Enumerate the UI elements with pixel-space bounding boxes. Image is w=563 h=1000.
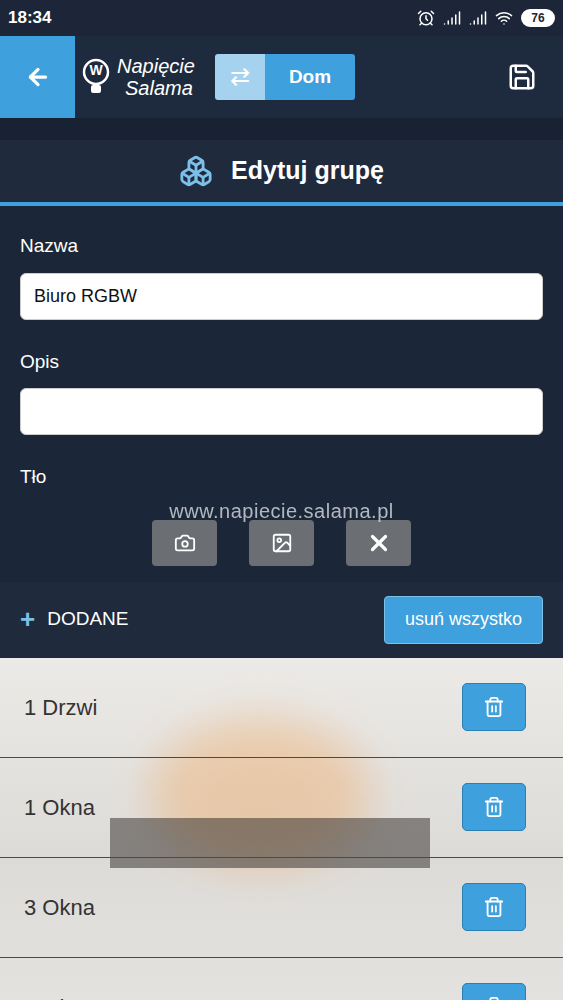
camera-icon <box>174 532 196 554</box>
delete-button[interactable] <box>462 783 526 831</box>
status-bar: 18:34 76 <box>0 0 563 36</box>
camera-button[interactable] <box>152 520 217 566</box>
trash-icon <box>483 996 505 1000</box>
alarm-icon <box>417 9 435 27</box>
added-label: DODANE <box>47 605 128 634</box>
status-icons: 76 <box>417 9 555 27</box>
plus-icon: + <box>20 600 35 639</box>
field-label: Nazwa <box>20 232 543 261</box>
form: Nazwa Biuro RGBW Opis Tło www.napiecie.salam… <box>0 206 563 582</box>
list-row: 3 Okna <box>0 858 563 958</box>
header: WNapięcieSalama⇄Dom <box>0 36 563 118</box>
background-buttons: www.napiecie.salama.pl <box>20 502 543 582</box>
close-icon <box>366 530 392 556</box>
text-input[interactable] <box>20 388 543 435</box>
row-label: 1 Okna <box>24 791 95 824</box>
row-label: 3 Okna <box>24 891 95 924</box>
trash-icon <box>483 896 505 918</box>
signal-icon <box>443 9 461 27</box>
delete-button[interactable] <box>462 883 526 931</box>
bulb-icon: W <box>79 57 113 97</box>
items-list: 1 Drzwi 1 Okna 3 Okna 2 Okna <box>0 658 563 1000</box>
remove-all-button[interactable]: usuń wszystko <box>384 596 543 644</box>
signal-icon <box>469 9 487 27</box>
status-time: 18:34 <box>8 5 51 31</box>
save-button[interactable] <box>507 62 537 92</box>
wifi-icon <box>495 9 513 27</box>
watermark: www.napiecie.salama.pl <box>20 496 543 526</box>
delete-button[interactable] <box>462 983 526 1000</box>
header-gap <box>0 118 563 140</box>
background-label: Tło <box>20 463 543 492</box>
battery-icon: 76 <box>521 9 555 27</box>
text-input[interactable]: Biuro RGBW <box>20 273 543 320</box>
trash-icon <box>483 696 505 718</box>
switch-icon: ⇄ <box>215 54 265 100</box>
back-button[interactable] <box>0 36 75 118</box>
image-icon <box>271 532 293 554</box>
trash-icon <box>483 796 505 818</box>
panel-title: Edytuj grupę <box>0 140 563 206</box>
logo-line1: Napięcie <box>117 55 195 77</box>
back-arrow-icon <box>25 64 51 90</box>
form-field: Nazwa Biuro RGBW <box>20 232 543 320</box>
added-header: + DODANE usuń wszystko <box>0 582 563 658</box>
delete-button[interactable] <box>462 683 526 731</box>
form-field: Opis <box>20 348 543 436</box>
app: 18:3476WNapięcieSalama⇄DomEdytuj grupęNa… <box>0 0 563 1000</box>
list-row: 1 Okna <box>0 758 563 858</box>
logo: WNapięcieSalama <box>79 55 211 99</box>
gallery-button[interactable] <box>249 520 314 566</box>
switch-label: Dom <box>265 54 355 100</box>
logo-line2: Salama <box>117 77 195 99</box>
row-label: 1 Drzwi <box>24 691 97 724</box>
group-icon <box>179 154 213 188</box>
list-row: 2 Okna <box>0 958 563 1000</box>
save-icon <box>507 62 537 92</box>
list-row: 1 Drzwi <box>0 658 563 758</box>
field-label: Opis <box>20 348 543 377</box>
home-switch[interactable]: ⇄Dom <box>215 54 355 100</box>
row-label: 2 Okna <box>24 991 95 1000</box>
clear-background-button[interactable] <box>346 520 411 566</box>
